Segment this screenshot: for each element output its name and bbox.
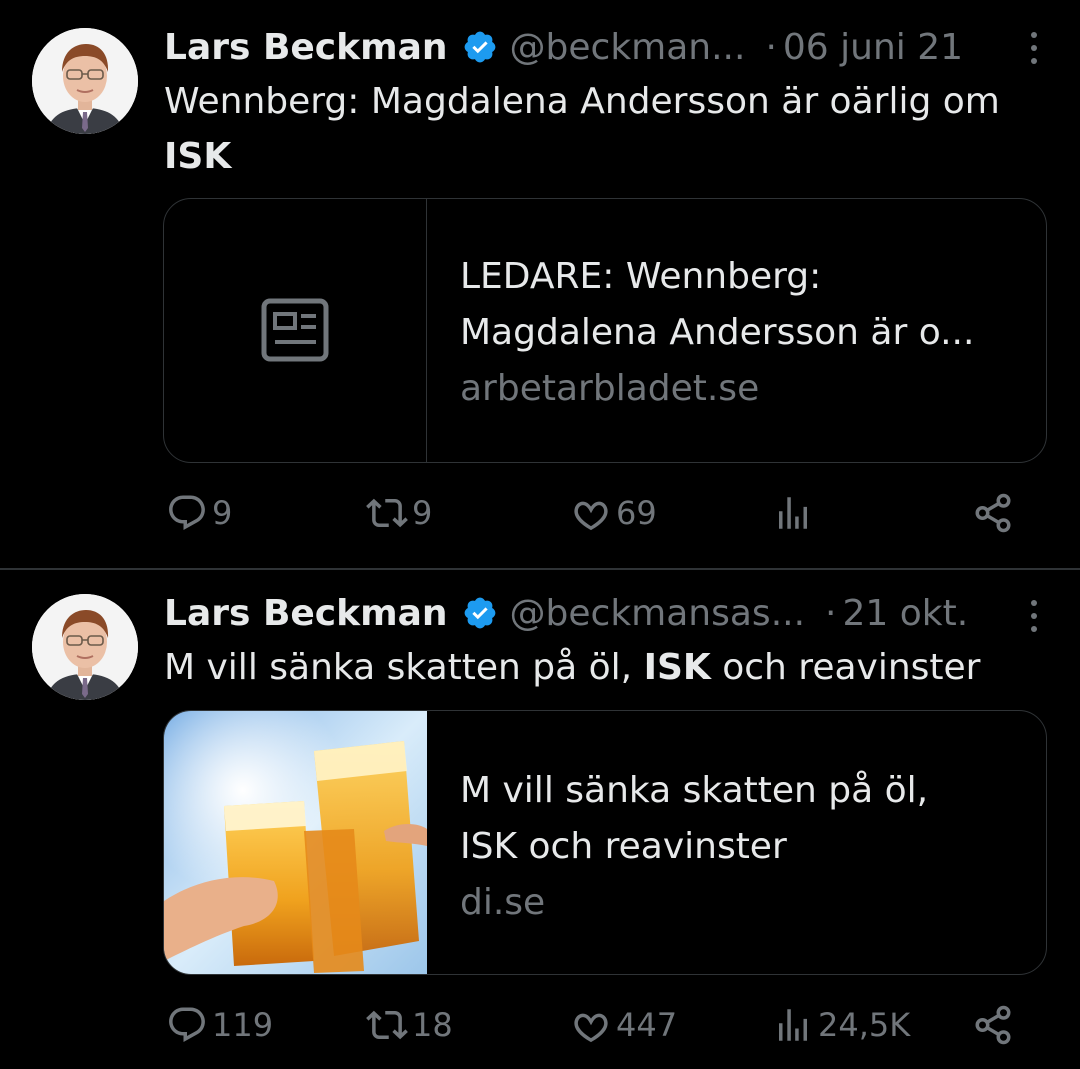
share-icon [975,493,1011,533]
verified-badge-icon [462,595,498,631]
newspaper-icon [261,298,329,362]
tweet-text: M vill sänka skatten på öl, ISK och reav… [164,640,1054,695]
reply-count: 9 [212,494,233,532]
reply-button[interactable]: 9 [166,492,232,534]
views-count: 24,5K [818,1006,911,1044]
tweet-date[interactable]: 06 juni 21 [783,27,963,68]
link-card-title-line1: M vill sänka skatten på öl, [460,770,929,811]
reply-icon [169,495,205,530]
retweet-button[interactable]: 9 [366,492,432,534]
author-handle[interactable]: @beckmansas... [510,593,806,634]
views-button[interactable] [772,492,818,534]
retweet-icon [366,1010,408,1040]
views-icon [779,497,807,529]
author-name[interactable]: Lars Beckman [164,27,448,68]
tweet-text-part: och reavinster [710,647,981,688]
link-card-thumbnail [164,199,427,462]
tweet-header: Lars Beckman @beckman... · 06 juni 21 [164,22,963,72]
like-button[interactable]: 447 [570,1004,677,1046]
retweet-button[interactable]: 18 [366,1004,453,1046]
share-button[interactable] [972,1004,1014,1046]
reply-count: 119 [212,1006,274,1044]
views-icon [779,1009,807,1041]
more-icon[interactable] [1026,28,1042,68]
link-card-domain: di.se [460,882,546,923]
like-icon [574,501,608,531]
reply-icon [169,1007,205,1042]
reply-button[interactable]: 119 [166,1004,273,1046]
tweet-date[interactable]: 21 okt. [842,593,968,634]
link-card[interactable]: M vill sänka skatten på öl, ISK och reav… [163,710,1047,975]
like-count: 447 [616,1006,678,1044]
like-icon [574,1013,608,1043]
tweet-header: Lars Beckman @beckmansas... · 21 okt. [164,588,968,638]
avatar[interactable] [32,28,138,134]
like-button[interactable]: 69 [570,492,657,534]
retweet-icon [366,498,408,528]
tweet-text-part: M vill sänka skatten på öl, [164,647,644,688]
retweet-count: 9 [412,494,433,532]
retweet-count: 18 [412,1006,453,1044]
tweet-text-bold[interactable]: ISK [164,136,231,177]
author-name[interactable]: Lars Beckman [164,593,448,634]
separator-dot: · [765,26,777,68]
views-button[interactable]: 24,5K [772,1004,910,1046]
link-card-body: M vill sänka skatten på öl, ISK och reav… [460,763,1022,931]
separator-dot: · [825,592,837,634]
share-button[interactable] [972,492,1014,534]
action-bar: 119 18 447 24,5K [0,1004,1080,1054]
link-card-title-line2: Magdalena Andersson är o... [460,312,975,353]
avatar[interactable] [32,594,138,700]
tweet[interactable]: Lars Beckman @beckman... · 06 juni 21 We… [0,0,1080,568]
link-card-title-line1: LEDARE: Wennberg: [460,256,822,297]
tweet-text: Wennberg: Magdalena Andersson är oärlig … [164,74,1054,184]
beer-glasses-photo [164,711,427,974]
link-card-body: LEDARE: Wennberg: Magdalena Andersson är… [460,249,1022,417]
tweet-text-bold[interactable]: ISK [644,647,711,688]
like-count: 69 [616,494,657,532]
tweet[interactable]: Lars Beckman @beckmansas... · 21 okt. M … [0,570,1080,1069]
action-bar: 9 9 69 [0,492,1080,542]
link-card[interactable]: LEDARE: Wennberg: Magdalena Andersson är… [163,198,1047,463]
more-icon[interactable] [1026,596,1042,636]
link-card-domain: arbetarbladet.se [460,368,760,409]
link-card-title-line2: ISK och reavinster [460,826,787,867]
tweet-text-part: Wennberg: Magdalena Andersson är oärlig … [164,81,1000,122]
verified-badge-icon [462,29,498,65]
share-icon [975,1005,1011,1045]
author-handle[interactable]: @beckman... [510,27,746,68]
